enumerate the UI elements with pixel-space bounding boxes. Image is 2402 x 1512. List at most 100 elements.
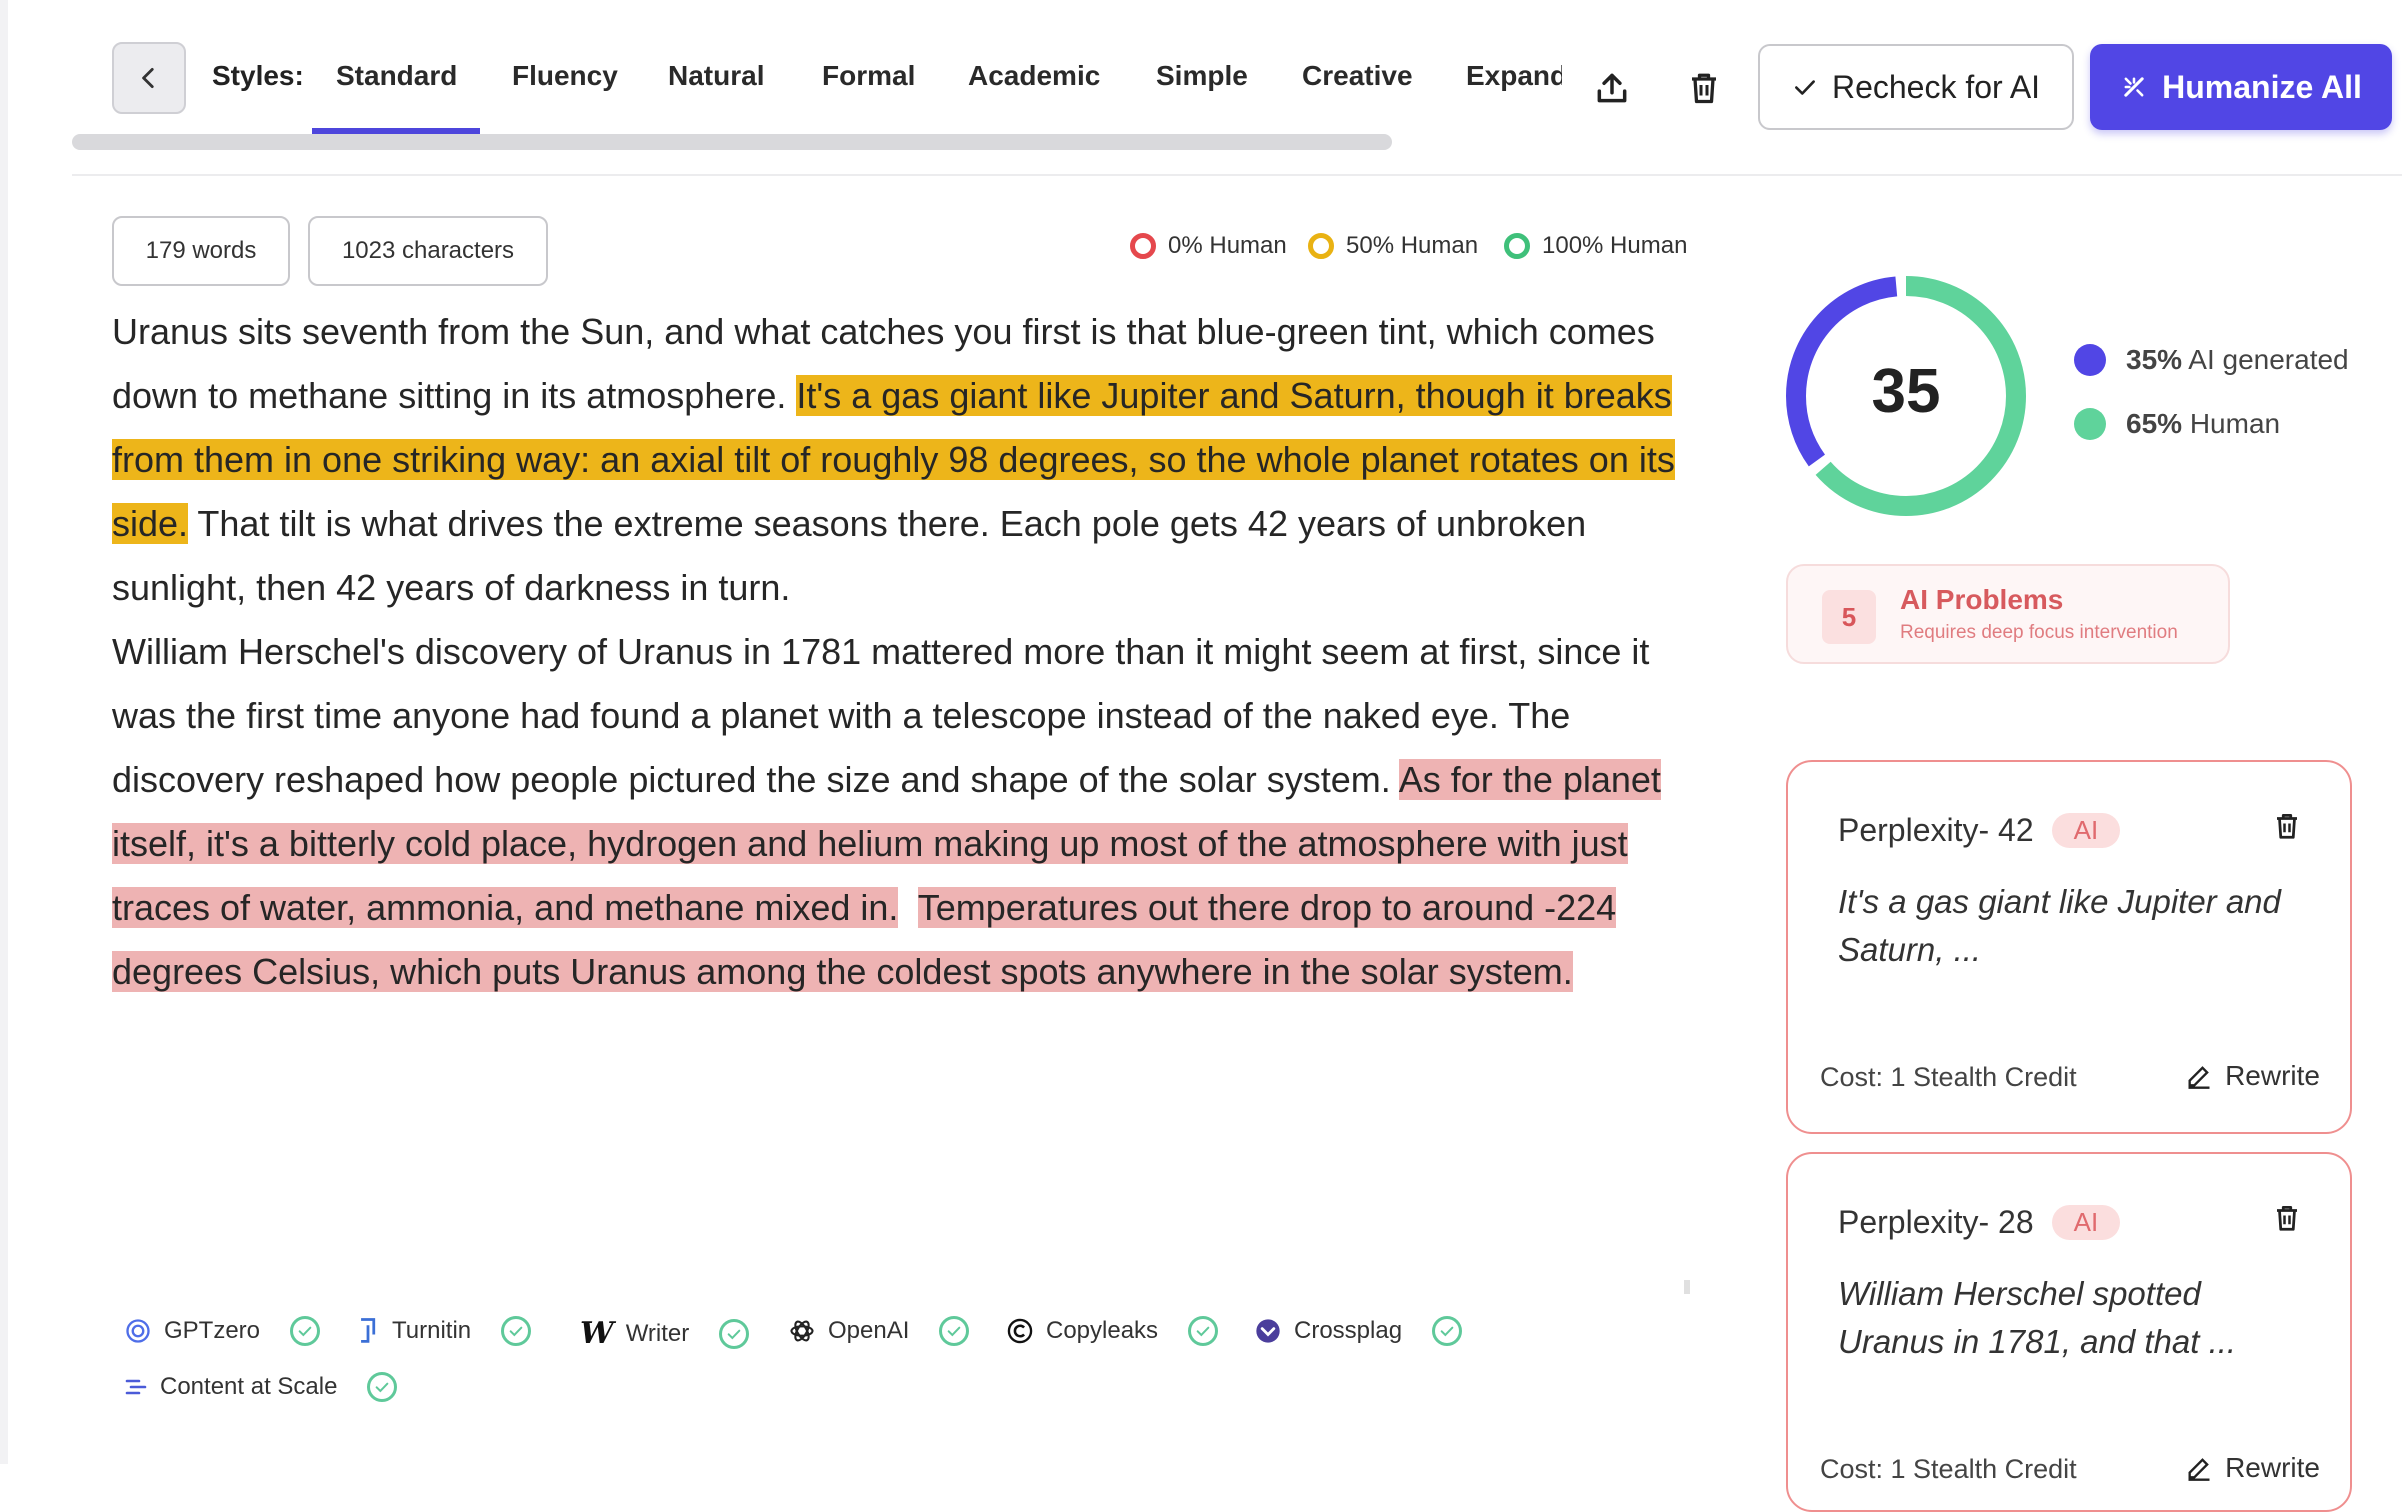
green-ring-icon [1504, 233, 1530, 259]
editor-text[interactable]: Uranus sits seventh from the Sun, and wh… [112, 300, 1692, 1004]
trash-icon [1692, 73, 1716, 104]
check-circle-icon [501, 1316, 532, 1346]
text-segment: That tilt is what drives the extreme sea… [112, 503, 1587, 608]
paragraph-2: William Herschel's discovery of Uranus i… [112, 620, 1692, 1004]
card-title-text: Perplexity- 28 [1838, 1204, 2034, 1240]
detector-content-at-scale: Content at Scale [124, 1372, 398, 1402]
styles-label: Styles: [212, 60, 304, 91]
detector-openai: OpenAI [788, 1316, 970, 1346]
turnitin-icon [361, 1318, 376, 1343]
card-cost: Cost: 1 Stealth Credit [1820, 1454, 2077, 1484]
legend-zero: 0% Human [1130, 232, 1287, 260]
legend-fifty-label: 50% Human [1346, 232, 1479, 259]
human-percent: 65% [2126, 408, 2183, 439]
detector-label: Crossplag [1294, 1317, 1403, 1344]
legend-hundred-label: 100% Human [1542, 232, 1688, 259]
left-edge [0, 0, 8, 1464]
card-title: Perplexity- 42 AI [1838, 812, 2121, 849]
pencil-icon [2188, 1458, 2210, 1481]
check-circle-icon [1432, 1316, 1463, 1346]
trash-icon [2277, 1206, 2297, 1231]
check-circle-icon [939, 1316, 970, 1346]
check-circle-icon [719, 1318, 750, 1349]
stat-human: 65% Human [2074, 408, 2280, 440]
tab-formal[interactable]: Formal [822, 56, 915, 96]
recheck-button[interactable]: Recheck for AI [1758, 44, 2074, 130]
ai-dot-icon [2074, 344, 2106, 376]
detector-label: GPTzero [164, 1317, 261, 1344]
upload-icon [1597, 73, 1627, 103]
detector-writer: W Writer [580, 1316, 750, 1351]
magic-wand-icon [2124, 77, 2144, 97]
tab-standard[interactable]: Standard [336, 56, 457, 96]
tab-fluency[interactable]: Fluency [512, 56, 618, 96]
yellow-ring-icon [1308, 233, 1334, 259]
toolbar-divider [72, 174, 2402, 176]
detector-label: Turnitin [392, 1317, 472, 1344]
detector-label: Content at Scale [160, 1373, 338, 1400]
check-circle-icon [290, 1316, 321, 1346]
detector-crossplag: Crossplag [1254, 1316, 1463, 1346]
crossplag-icon [1256, 1319, 1280, 1343]
score-value: 35 [1871, 357, 1941, 426]
tab-creative[interactable]: Creative [1302, 56, 1413, 96]
tab-expand[interactable]: Expand [1466, 56, 1562, 96]
card-excerpt: It's a gas giant like Jupiter and Saturn… [1838, 883, 2281, 968]
delete-all-button[interactable] [1678, 62, 1730, 114]
word-count: 179 words [112, 216, 290, 286]
card-cost: Cost: 1 Stealth Credit [1820, 1062, 2077, 1092]
card-title: Perplexity- 28 AI [1838, 1204, 2121, 1241]
tab-simple[interactable]: Simple [1156, 56, 1248, 96]
resize-handle[interactable] [1684, 1280, 1690, 1294]
gptzero-icon [126, 1319, 150, 1343]
paragraph-1: Uranus sits seventh from the Sun, and wh… [112, 300, 1692, 620]
ai-badge: AI [2051, 1205, 2121, 1240]
openai-icon [790, 1320, 814, 1342]
legend-fifty: 50% Human [1308, 232, 1478, 260]
tabs-scrollbar[interactable] [72, 134, 1392, 150]
card-delete-button[interactable] [2272, 1202, 2302, 1239]
ai-problems-panel[interactable]: 5 AI Problems Requires deep focus interv… [1786, 564, 2230, 664]
rewrite-label: Rewrite [2225, 1452, 2320, 1483]
ai-badge: AI [2051, 813, 2121, 848]
legend-zero-label: 0% Human [1168, 232, 1287, 259]
human-dot-icon [2074, 408, 2106, 440]
detector-gptzero: GPTzero [124, 1316, 321, 1346]
suggestion-card[interactable]: Perplexity- 42 AI It's a gas giant like … [1786, 760, 2352, 1134]
card-delete-button[interactable] [2272, 810, 2302, 847]
ai-label: AI generated [2188, 344, 2349, 375]
back-button[interactable] [112, 42, 186, 114]
copyleaks-icon [1007, 1318, 1033, 1344]
problems-title: AI Problems [1900, 584, 2064, 615]
tab-natural[interactable]: Natural [668, 56, 764, 96]
tab-expand-clip: Expand [1466, 56, 1562, 96]
check-icon [1794, 80, 1815, 95]
character-count: 1023 characters [308, 216, 548, 286]
chevron-left-icon [142, 67, 154, 89]
red-ring-icon [1130, 233, 1156, 259]
trash-icon [2277, 814, 2297, 839]
pencil-icon [2188, 1066, 2210, 1089]
card-excerpt: William Herschel spotted Uranus in 1781,… [1838, 1275, 2237, 1360]
rewrite-label: Rewrite [2225, 1060, 2320, 1091]
detector-turnitin: Turnitin [356, 1316, 532, 1346]
detector-copyleaks: Copyleaks [1006, 1316, 1219, 1346]
detector-label: Writer [625, 1319, 690, 1347]
suggestion-card[interactable]: Perplexity- 28 AI William Herschel spott… [1786, 1152, 2352, 1512]
export-button[interactable] [1586, 62, 1638, 114]
check-circle-icon [1188, 1316, 1219, 1346]
humanize-all-button[interactable]: Humanize All [2090, 44, 2392, 130]
problems-subtitle: Requires deep focus intervention [1900, 622, 2178, 643]
humanize-label: Humanize All [2162, 68, 2362, 105]
ai-percent: 35% [2126, 344, 2183, 375]
problem-count-badge: 5 [1822, 590, 1876, 644]
recheck-label: Recheck for AI [1831, 68, 2041, 105]
card-title-text: Perplexity- 42 [1838, 812, 2034, 848]
human-label: Human [2189, 408, 2281, 439]
content-at-scale-icon [125, 1379, 147, 1395]
rewrite-button[interactable]: Rewrite [2185, 1452, 2320, 1484]
detector-label: Copyleaks [1046, 1317, 1159, 1344]
tab-academic[interactable]: Academic [968, 56, 1100, 96]
writer-icon: W [580, 1316, 614, 1351]
rewrite-button[interactable]: Rewrite [2185, 1060, 2320, 1092]
